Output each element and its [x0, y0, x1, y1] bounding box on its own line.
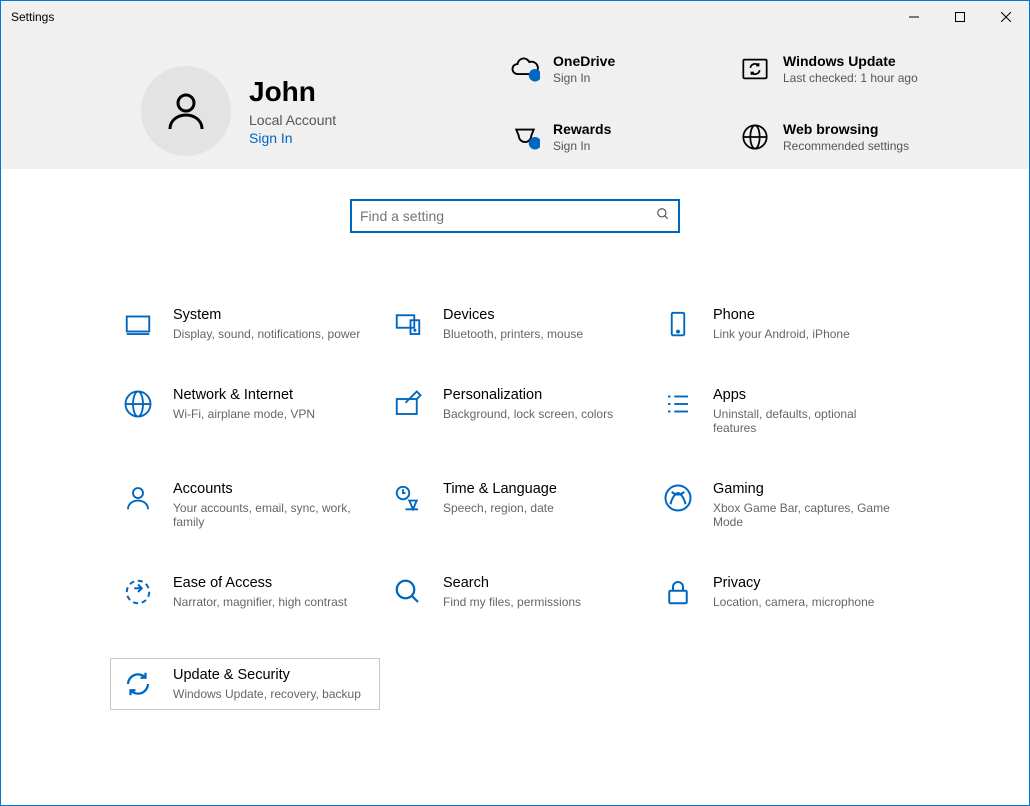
- titlebar: Settings: [1, 1, 1029, 33]
- tile-sub: Speech, region, date: [443, 501, 557, 515]
- tile-sub: Display, sound, notifications, power: [173, 327, 360, 341]
- tile-accounts[interactable]: Accounts Your accounts, email, sync, work…: [110, 472, 380, 538]
- update-security-icon: [121, 667, 155, 701]
- tile-sub: Bluetooth, printers, mouse: [443, 327, 583, 341]
- privacy-icon: [661, 575, 695, 609]
- phone-icon: [661, 307, 695, 341]
- tile-sub: Uninstall, defaults, optional features: [713, 407, 903, 435]
- person-icon: [162, 87, 210, 135]
- tile-title: Personalization: [443, 387, 613, 403]
- tile-title: Phone: [713, 307, 850, 323]
- devices-icon: [391, 307, 425, 341]
- avatar: [141, 66, 231, 156]
- header-item-title: OneDrive: [553, 53, 615, 69]
- header-item-sub: Sign In: [553, 71, 615, 85]
- tile-ease-of-access[interactable]: Ease of Access Narrator, magnifier, high …: [110, 566, 380, 618]
- tile-sub: Wi-Fi, airplane mode, VPN: [173, 407, 315, 421]
- maximize-button[interactable]: [937, 1, 983, 33]
- update-icon: [739, 53, 771, 85]
- header-item-sub: Last checked: 1 hour ago: [783, 71, 918, 85]
- search-icon: [656, 207, 670, 226]
- header-item-title: Web browsing: [783, 121, 909, 137]
- tile-sub: Link your Android, iPhone: [713, 327, 850, 341]
- tile-title: Network & Internet: [173, 387, 315, 403]
- window-title: Settings: [1, 10, 54, 24]
- tile-title: Search: [443, 575, 581, 591]
- tile-sub: Narrator, magnifier, high contrast: [173, 595, 347, 609]
- network-icon: [121, 387, 155, 421]
- tile-search[interactable]: Search Find my files, permissions: [380, 566, 650, 618]
- tile-personalization[interactable]: Personalization Background, lock screen, …: [380, 378, 650, 444]
- tile-sub: Your accounts, email, sync, work, family: [173, 501, 363, 529]
- header-item-title: Rewards: [553, 121, 611, 137]
- globe-icon: [739, 121, 771, 153]
- content: System Display, sound, notifications, pow…: [1, 169, 1029, 710]
- tile-title: Ease of Access: [173, 575, 347, 591]
- tile-sub: Background, lock screen, colors: [443, 407, 613, 421]
- search-input[interactable]: [352, 201, 678, 231]
- search-tile-icon: [391, 575, 425, 609]
- system-icon: [121, 307, 155, 341]
- personalization-icon: [391, 387, 425, 421]
- tile-sub: Find my files, permissions: [443, 595, 581, 609]
- gaming-icon: [661, 481, 695, 515]
- onedrive-icon: [509, 53, 541, 85]
- apps-icon: [661, 387, 695, 421]
- search-box[interactable]: [350, 199, 680, 233]
- header-rewards[interactable]: Rewards Sign In: [509, 121, 709, 169]
- tile-privacy[interactable]: Privacy Location, camera, microphone: [650, 566, 920, 618]
- time-icon: [391, 481, 425, 515]
- header-windows-update[interactable]: Windows Update Last checked: 1 hour ago: [739, 53, 939, 101]
- tile-gaming[interactable]: Gaming Xbox Game Bar, captures, Game Mode: [650, 472, 920, 538]
- tile-devices[interactable]: Devices Bluetooth, printers, mouse: [380, 298, 650, 350]
- header-web-browsing[interactable]: Web browsing Recommended settings: [739, 121, 939, 169]
- tile-title: Devices: [443, 307, 583, 323]
- header-item-sub: Recommended settings: [783, 139, 909, 153]
- close-button[interactable]: [983, 1, 1029, 33]
- tile-title: System: [173, 307, 360, 323]
- ease-icon: [121, 575, 155, 609]
- rewards-icon: [509, 121, 541, 153]
- tile-title: Privacy: [713, 575, 874, 591]
- tile-update-security[interactable]: Update & Security Windows Update, recover…: [110, 658, 380, 710]
- tile-time-language[interactable]: Time & Language Speech, region, date: [380, 472, 650, 538]
- header-item-sub: Sign In: [553, 139, 611, 153]
- header-onedrive[interactable]: OneDrive Sign In: [509, 53, 709, 101]
- tile-title: Apps: [713, 387, 903, 403]
- tile-title: Gaming: [713, 481, 903, 497]
- tile-title: Update & Security: [173, 667, 361, 683]
- tile-system[interactable]: System Display, sound, notifications, pow…: [110, 298, 380, 350]
- tile-title: Accounts: [173, 481, 363, 497]
- tile-sub: Xbox Game Bar, captures, Game Mode: [713, 501, 903, 529]
- tile-title: Time & Language: [443, 481, 557, 497]
- tile-sub: Windows Update, recovery, backup: [173, 687, 361, 701]
- user-type: Local Account: [249, 112, 336, 128]
- tile-network[interactable]: Network & Internet Wi-Fi, airplane mode, …: [110, 378, 380, 444]
- tile-apps[interactable]: Apps Uninstall, defaults, optional featur…: [650, 378, 920, 444]
- user-signin-link[interactable]: Sign In: [249, 130, 336, 146]
- tile-sub: Location, camera, microphone: [713, 595, 874, 609]
- minimize-button[interactable]: [891, 1, 937, 33]
- header-item-title: Windows Update: [783, 53, 918, 69]
- user-name: John: [249, 76, 336, 108]
- accounts-icon: [121, 481, 155, 515]
- header: John Local Account Sign In OneDrive Sign …: [1, 33, 1029, 169]
- tile-phone[interactable]: Phone Link your Android, iPhone: [650, 298, 920, 350]
- user-block[interactable]: John Local Account Sign In: [141, 53, 336, 169]
